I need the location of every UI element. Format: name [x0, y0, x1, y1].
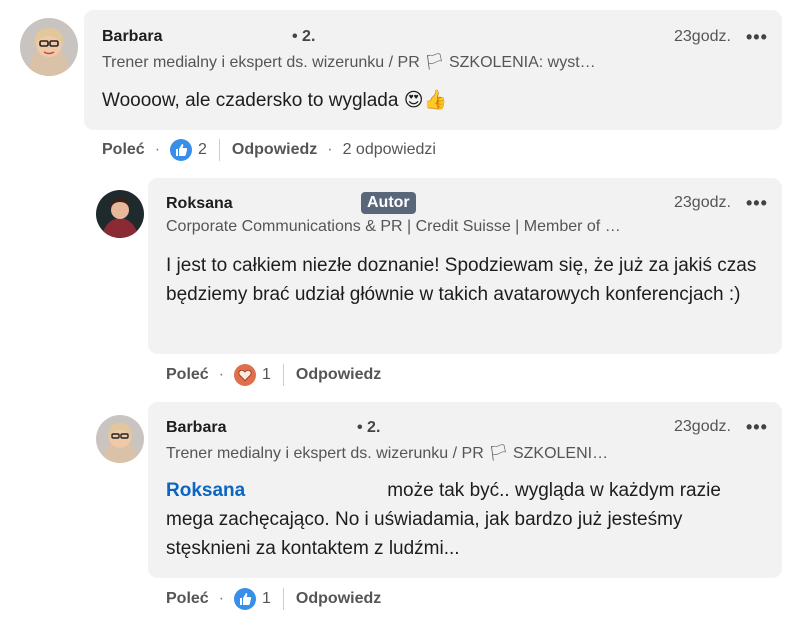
reaction-count[interactable]: 1: [262, 590, 271, 608]
author-headline: Trener medialny i ekspert ds. wizerunku …: [166, 445, 609, 462]
separator-dot: ·: [327, 141, 333, 158]
comment-author-name[interactable]: Barbara: [102, 28, 162, 46]
avatar[interactable]: [20, 18, 78, 76]
reply-button[interactable]: Odpowiedz: [232, 141, 317, 159]
like-button[interactable]: Poleć: [166, 590, 209, 608]
comment-text: I jest to całkiem niezłe doznanie! Spodz…: [166, 255, 757, 305]
more-options-icon[interactable]: •••: [746, 417, 768, 438]
comment-body-text: może tak być.. wygląda w każdym razie me…: [166, 480, 721, 559]
avatar-photo: [20, 18, 78, 76]
like-button[interactable]: Poleć: [102, 141, 145, 159]
comment-timestamp: 23godz.: [674, 28, 731, 45]
divider: [282, 364, 284, 386]
replies-count-link[interactable]: 2 odpowiedzi: [343, 141, 436, 159]
divider: [218, 139, 220, 161]
avatar-photo: [96, 190, 144, 238]
reply-button[interactable]: Odpowiedz: [296, 590, 381, 608]
more-options-icon[interactable]: •••: [746, 193, 768, 214]
divider: [282, 588, 284, 610]
author-headline: Trener medialny i ekspert ds. wizerunku …: [102, 52, 596, 72]
comment-actions: Poleć · 1 Odpowiedz: [166, 363, 381, 387]
comment-author-name[interactable]: Barbara: [166, 419, 226, 437]
comment-text: Woooow, ale czadersko to wyglada 😍👍: [102, 90, 448, 111]
thumbs-up-icon[interactable]: [170, 139, 193, 161]
comment-actions: Poleć · 2 Odpowiedz · 2 odpowiedzi: [102, 138, 436, 162]
headline-text: Trener medialny i ekspert ds. wizerunku …: [102, 54, 596, 71]
mention-link[interactable]: Roksana: [166, 480, 245, 501]
more-options-icon[interactable]: •••: [746, 27, 768, 48]
separator-dot: ·: [218, 366, 225, 383]
comment-text: Roksana może tak być.. wygląda w każdym r…: [166, 476, 766, 563]
avatar[interactable]: [96, 415, 144, 463]
connection-degree: • 2.: [357, 419, 381, 436]
author-badge: Autor: [361, 192, 416, 214]
like-button[interactable]: Poleć: [166, 366, 209, 384]
reaction-count[interactable]: 1: [262, 366, 271, 384]
comment-timestamp: 23godz.: [674, 194, 731, 211]
avatar[interactable]: [96, 190, 144, 238]
heart-icon[interactable]: [234, 364, 257, 386]
comment-actions: Poleć · 1 Odpowiedz: [166, 587, 381, 611]
separator-dot: ·: [154, 141, 161, 158]
connection-degree: • 2.: [292, 28, 316, 45]
author-headline: Corporate Communications & PR | Credit S…: [166, 218, 621, 235]
thumbs-up-icon[interactable]: [234, 588, 257, 610]
separator-dot: ·: [218, 590, 225, 607]
comment-author-name[interactable]: Roksana: [166, 195, 233, 213]
comment-timestamp: 23godz.: [674, 418, 731, 435]
reaction-count[interactable]: 2: [198, 141, 207, 159]
reply-button[interactable]: Odpowiedz: [296, 366, 381, 384]
avatar-photo: [96, 415, 144, 463]
